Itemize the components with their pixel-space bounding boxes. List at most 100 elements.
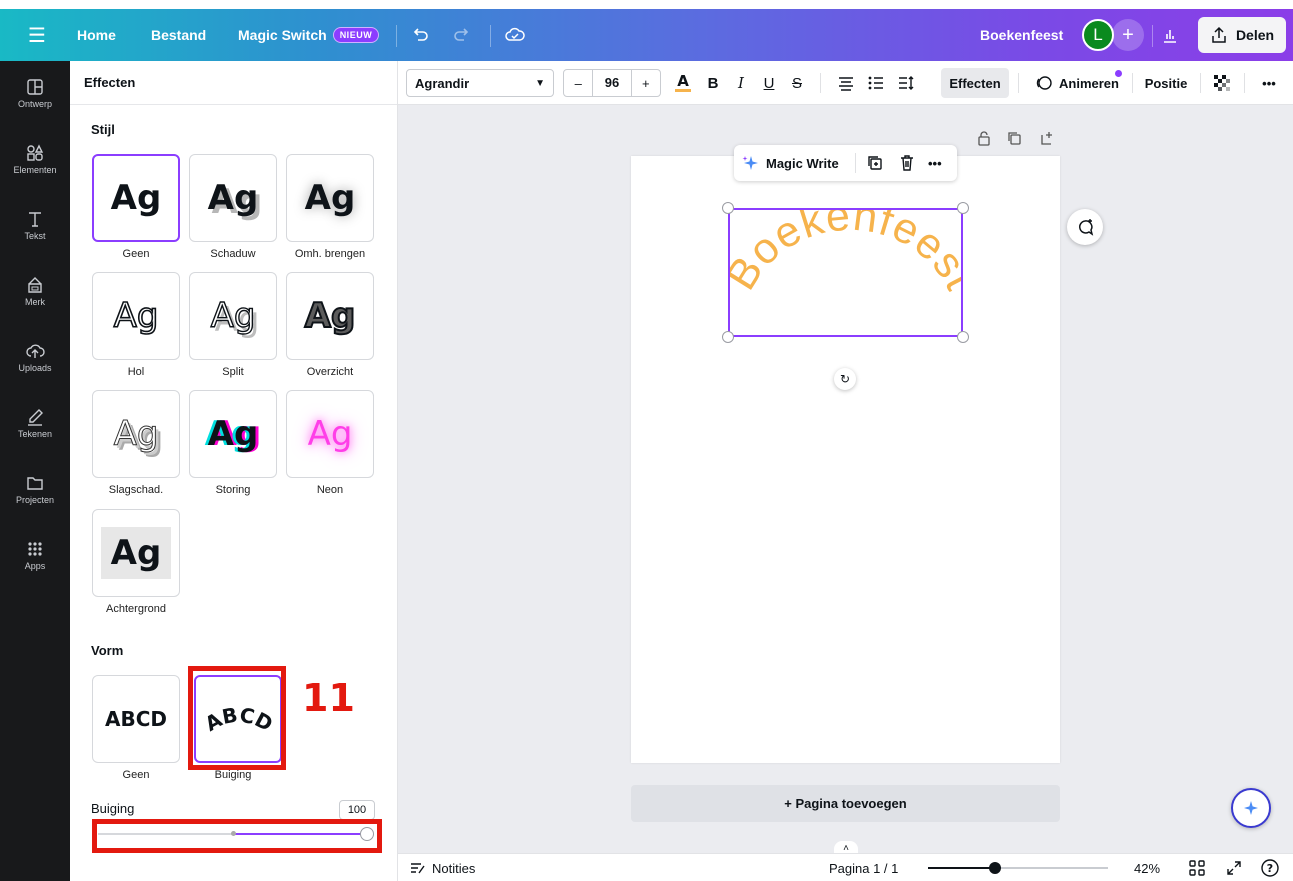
style-sample: Ag [100,527,172,579]
rail-item-elementen[interactable]: Elementen [0,143,70,175]
rotate-icon[interactable]: ↻ [834,368,856,390]
draw-icon [28,409,43,426]
style-tile-geen[interactable]: Ag [92,154,180,242]
style-tile-omh-brengen[interactable]: Ag [286,154,374,242]
transparency-icon[interactable] [1210,61,1234,105]
notes-icon [411,863,425,874]
home-link[interactable]: Home [77,9,116,61]
animate-button[interactable]: Animeren [1028,61,1126,105]
rail-item-apps[interactable]: Apps [0,539,70,571]
zoom-slider[interactable] [928,854,1108,881]
effects-button[interactable]: Effecten [941,68,1009,98]
curve-value-input[interactable]: 100 [339,800,375,820]
zoom-thumb[interactable] [988,862,1001,874]
font-size-value[interactable]: 96 [592,70,632,96]
redo-icon[interactable] [452,9,472,61]
list-icon[interactable] [864,61,888,105]
zoom-value[interactable]: 42% [1134,854,1160,881]
style-label: Neon [316,484,344,496]
layout-icon [27,79,43,95]
align-center-icon[interactable] [834,61,858,105]
animate-icon [1036,76,1052,90]
grid-view-icon[interactable] [1188,854,1206,881]
page-indicator[interactable]: Pagina 1 / 1 [829,854,898,881]
underline-icon[interactable]: U [758,61,780,105]
font-size-stepper[interactable]: – 96 + [563,69,661,97]
style-sample: Ag [307,414,353,454]
duplicate-icon[interactable] [866,154,884,175]
bestand-menu[interactable]: Bestand [151,9,206,61]
share-button[interactable]: Delen [1198,17,1286,53]
invite-button[interactable]: + [1112,9,1144,61]
resize-handle[interactable] [722,202,734,214]
rail-item-projecten[interactable]: Projecten [0,473,70,505]
magic-assistant-button[interactable] [1231,788,1271,828]
fullscreen-icon[interactable] [1226,854,1242,881]
style-tile-schaduw[interactable]: Ag [189,154,277,242]
style-label: Overzicht [306,366,354,378]
rail-item-tekst[interactable]: Tekst [0,209,70,241]
divider [820,73,821,93]
top-bar: ☰ Home Bestand Magic Switch NIEUW Boeken… [0,9,1293,61]
style-tile-achtergrond[interactable]: Ag [92,509,180,597]
rail-item-tekenen[interactable]: Tekenen [0,407,70,439]
increase-size-button[interactable]: + [632,76,660,91]
line-spacing-icon[interactable] [894,61,918,105]
style-label: Slagschad. [108,484,164,496]
lock-icon[interactable] [975,130,993,148]
selected-text-box[interactable]: Boekenfeest [728,208,963,337]
share-label: Delen [1235,27,1275,43]
rail-item-merk[interactable]: Merk [0,275,70,307]
magic-write-button[interactable]: Magic Write [742,145,839,181]
text-color-button[interactable]: A [670,61,696,105]
resize-handle[interactable] [722,331,734,343]
help-icon[interactable]: ? [1260,854,1280,881]
divider [855,153,856,173]
trash-icon[interactable] [898,154,916,175]
magic-switch-label: Magic Switch [238,27,327,43]
animate-label: Animeren [1059,75,1119,91]
style-sample: Ag [210,295,256,336]
style-sample: Ag [207,178,259,218]
svg-text:Boekenfeest: Boekenfeest [730,210,961,298]
insights-icon[interactable] [1160,9,1180,61]
comment-add-button[interactable] [1067,209,1103,245]
cloud-saved-icon[interactable] [504,9,526,61]
rail-item-ontwerp[interactable]: Ontwerp [0,77,70,109]
italic-icon[interactable]: I [730,61,752,105]
rail-item-uploads[interactable]: Uploads [0,341,70,373]
avatar[interactable]: L [1082,19,1114,51]
notes-button[interactable]: Notities [410,854,475,881]
style-tile-split[interactable]: Ag [189,272,277,360]
shape-section-title: Vorm [91,643,124,658]
style-tile-storing[interactable]: Ag [189,390,277,478]
more-options-button[interactable]: ••• [1254,61,1284,105]
shape-tile-geen[interactable]: ABCD [92,675,180,763]
apps-grid-icon [28,542,42,556]
rail-label: Ontwerp [17,99,52,109]
position-button[interactable]: Positie [1140,61,1192,105]
style-label: Omh. brengen [294,248,366,260]
decrease-size-button[interactable]: – [564,76,592,91]
menu-icon[interactable]: ☰ [22,9,52,61]
duplicate-page-icon[interactable] [1005,130,1023,148]
style-tile-slagschaduw[interactable]: Ag [92,390,180,478]
add-page-icon[interactable] [1038,130,1056,148]
more-icon[interactable]: ••• [928,145,942,181]
document-title[interactable]: Boekenfeest [980,9,1063,61]
style-sample: Ag [304,295,357,337]
undo-icon[interactable] [410,9,430,61]
font-select[interactable]: Agrandir ▼ [406,69,554,97]
style-tile-hol[interactable]: Ag [92,272,180,360]
strikethrough-icon[interactable]: S [786,61,808,105]
magic-switch-button[interactable]: Magic Switch NIEUW [238,9,380,61]
style-sample: Ag [207,414,259,454]
resize-handle[interactable] [957,202,969,214]
add-page-button[interactable]: + Pagina toevoegen [631,785,1060,822]
style-tile-neon[interactable]: Ag [286,390,374,478]
resize-handle[interactable] [957,331,969,343]
annotation-box-12 [92,819,382,853]
bold-icon[interactable]: B [702,61,724,105]
sparkle-icon [742,156,758,170]
style-tile-overzicht[interactable]: Ag [286,272,374,360]
